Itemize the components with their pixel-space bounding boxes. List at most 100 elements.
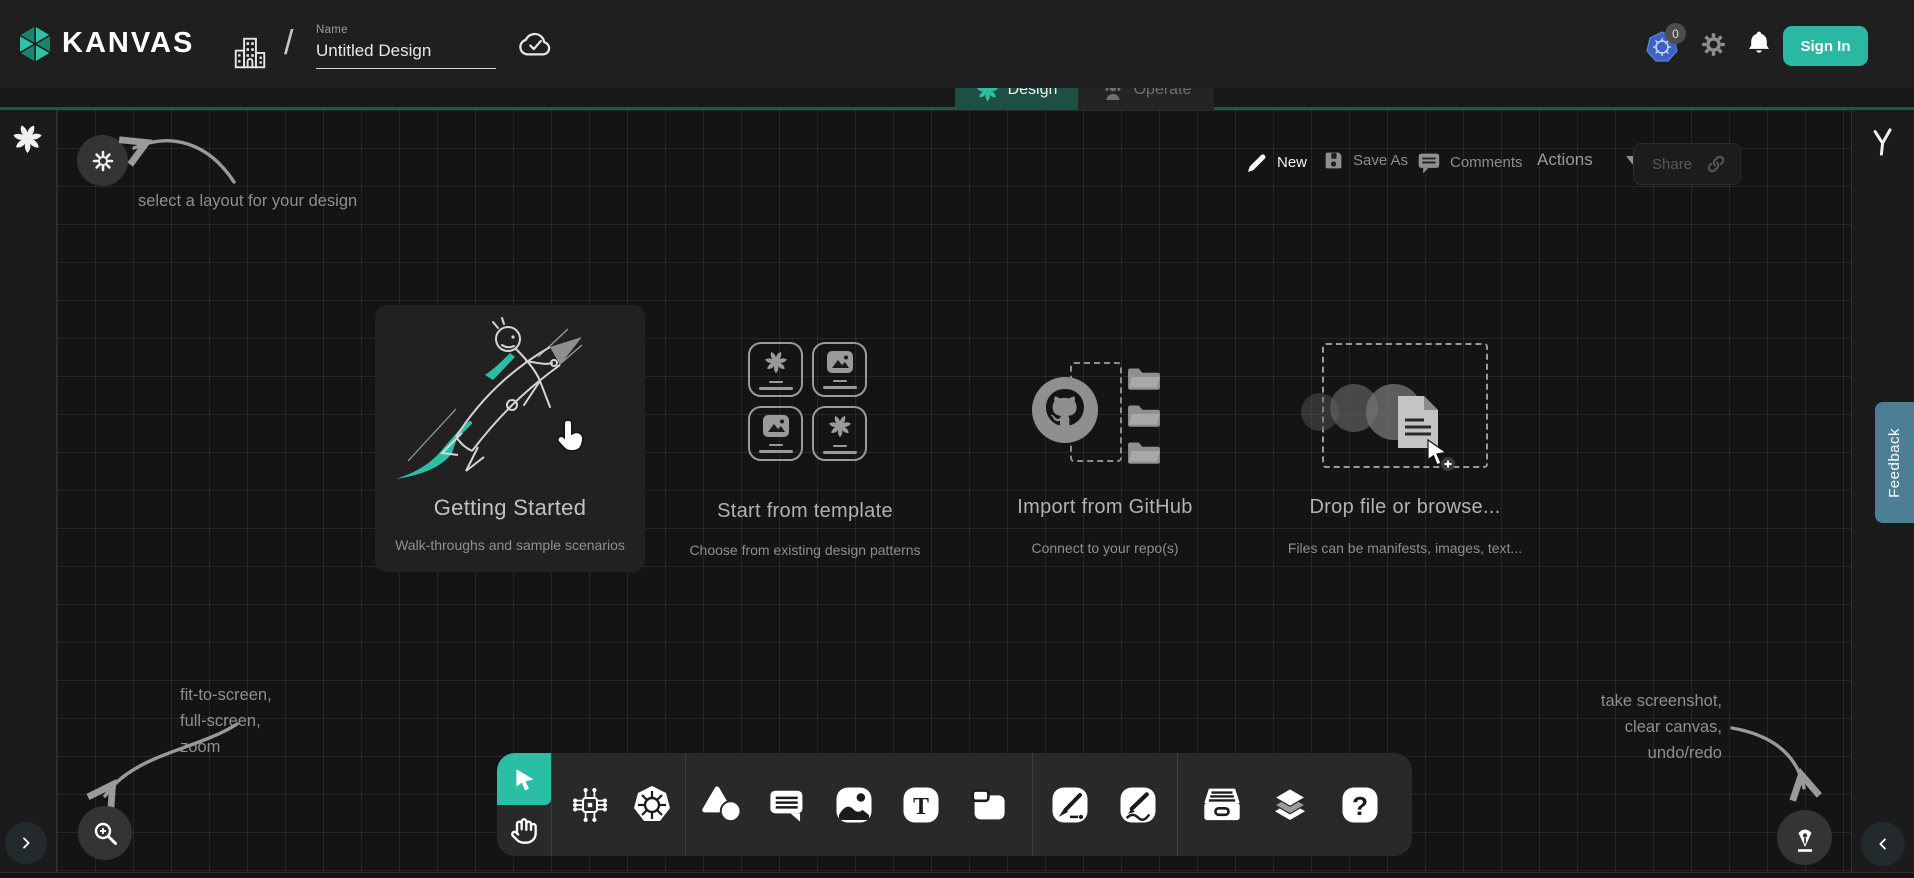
sketch-tool-button[interactable] [1115, 782, 1161, 828]
sign-in-button[interactable]: Sign In [1783, 26, 1868, 66]
repo-folder-icon [1127, 401, 1161, 429]
brand-name: KANVAS [62, 27, 194, 60]
notifications-bell-icon[interactable] [1746, 29, 1772, 58]
image-tool-button[interactable] [831, 782, 877, 828]
design-name-field: Name [316, 24, 496, 69]
repo-folder-icon [1127, 364, 1161, 392]
kanvas-logo-icon [14, 23, 56, 65]
zoom-hint-arrow [85, 712, 250, 812]
card-import-github[interactable]: Import from GitHub Connect to your repo(… [960, 330, 1250, 570]
card-subtitle: Choose from existing design patterns [660, 542, 950, 558]
card-title: Getting Started [375, 495, 645, 521]
pinwheel-icon [828, 414, 852, 438]
shapes-tool-button[interactable] [699, 782, 745, 828]
card-subtitle: Walk-throughs and sample scenarios [375, 537, 645, 553]
window-tool-button[interactable] [966, 782, 1012, 828]
pen-tool-button[interactable] [1047, 782, 1093, 828]
card-subtitle: Connect to your repo(s) [960, 540, 1250, 556]
layers-tool-button[interactable] [1267, 782, 1313, 828]
cursor-arrow-icon [511, 766, 537, 792]
breadcrumb-separator: / [284, 24, 293, 63]
select-tool-button[interactable] [497, 753, 551, 805]
template-tile-pinwheel [748, 342, 803, 397]
image-icon [763, 415, 789, 437]
share-button[interactable]: Share [1633, 143, 1741, 185]
template-tile-pinwheel [812, 406, 867, 461]
toolbar-divider [551, 753, 552, 856]
expand-right-panel-button[interactable] [1861, 822, 1905, 866]
card-subtitle: Files can be manifests, images, text... [1260, 540, 1550, 556]
chevron-left-icon [1875, 836, 1891, 852]
annotate-pen-button[interactable] [1777, 810, 1832, 865]
card-title: Start from template [660, 500, 950, 523]
settings-gear-icon[interactable] [1700, 31, 1727, 58]
card-drop-file[interactable]: Drop file or browse... Files can be mani… [1260, 330, 1550, 570]
new-design-button[interactable]: New [1244, 150, 1307, 174]
pan-tool-button[interactable] [497, 805, 551, 856]
help-tool-button[interactable]: ? [1337, 782, 1383, 828]
new-label: New [1277, 154, 1307, 171]
text-icon: T [901, 785, 941, 825]
kubernetes-tool-button[interactable] [629, 782, 675, 828]
image-tool-icon [834, 785, 874, 825]
window-tab-icon [969, 787, 1009, 823]
template-tiles [748, 342, 867, 461]
archive-tool-button[interactable] [1199, 782, 1245, 828]
archive-drawer-icon [1201, 786, 1243, 824]
kanvas-app: KANVAS / Name [0, 0, 1914, 878]
expand-left-panel-button[interactable] [5, 822, 47, 864]
image-icon [827, 351, 853, 373]
organization-icon[interactable] [231, 34, 269, 72]
hand-cursor-icon [555, 418, 587, 456]
comments-button[interactable]: Comments [1416, 150, 1523, 175]
repo-folder-icon [1127, 438, 1161, 466]
screenshot-hint-arrow [1722, 718, 1822, 803]
app-header: KANVAS / Name [0, 0, 1914, 88]
pinwheel-icon [764, 350, 788, 374]
rocket-doodle [390, 313, 630, 488]
comment-tool-button[interactable] [764, 782, 810, 828]
connect-nodes-tool-button[interactable] [567, 782, 613, 828]
context-count-badge: 0 [1665, 23, 1686, 44]
github-icon [1030, 375, 1100, 445]
feedback-label: Feedback [1886, 428, 1903, 498]
kubernetes-context-button[interactable]: 0 [1645, 30, 1681, 66]
screenshot-hint-text: take screenshot, clear canvas, undo/redo [1580, 688, 1722, 766]
layout-hint-arrow [112, 120, 247, 190]
main-toolbar: T [497, 753, 1412, 856]
layout-snowflake-icon [91, 149, 115, 173]
shapes-icon [701, 785, 743, 825]
save-as-button[interactable]: Save As [1323, 150, 1408, 171]
comments-label: Comments [1450, 154, 1523, 171]
svg-text:?: ? [1352, 791, 1368, 821]
save-as-label: Save As [1353, 152, 1408, 169]
card-getting-started[interactable]: Getting Started Walk-throughs and sample… [375, 305, 645, 572]
design-name-label: Name [316, 24, 496, 36]
kanvas-pinwheel-icon[interactable] [12, 123, 43, 154]
chevron-right-icon [18, 835, 34, 851]
layers-icon [1269, 785, 1311, 825]
y-panel-icon[interactable] [1868, 127, 1896, 157]
pen-nib-icon [1791, 823, 1819, 853]
new-pencil-icon [1244, 150, 1268, 174]
toolbar-divider [1177, 753, 1178, 856]
card-title: Import from GitHub [960, 496, 1250, 519]
actions-dropdown[interactable]: Actions [1537, 150, 1639, 170]
left-rail [0, 110, 57, 872]
help-icon: ? [1340, 785, 1380, 825]
hand-pan-icon [510, 817, 538, 845]
connect-nodes-icon [569, 784, 611, 826]
comment-icon [768, 787, 806, 823]
drop-file-illustration [1298, 360, 1498, 480]
zoom-button[interactable] [78, 806, 132, 860]
card-start-from-template[interactable]: Start from template Choose from existing… [660, 330, 950, 570]
bottom-strip [0, 872, 1914, 878]
text-tool-button[interactable]: T [898, 782, 944, 828]
design-name-input[interactable] [316, 39, 496, 69]
cloud-saved-icon [517, 31, 553, 59]
toolbar-divider [685, 753, 686, 856]
feedback-tab[interactable]: Feedback [1875, 402, 1914, 523]
pencil-sketch-icon [1118, 785, 1158, 825]
pen-icon [1050, 785, 1090, 825]
template-tile-image [748, 406, 803, 461]
